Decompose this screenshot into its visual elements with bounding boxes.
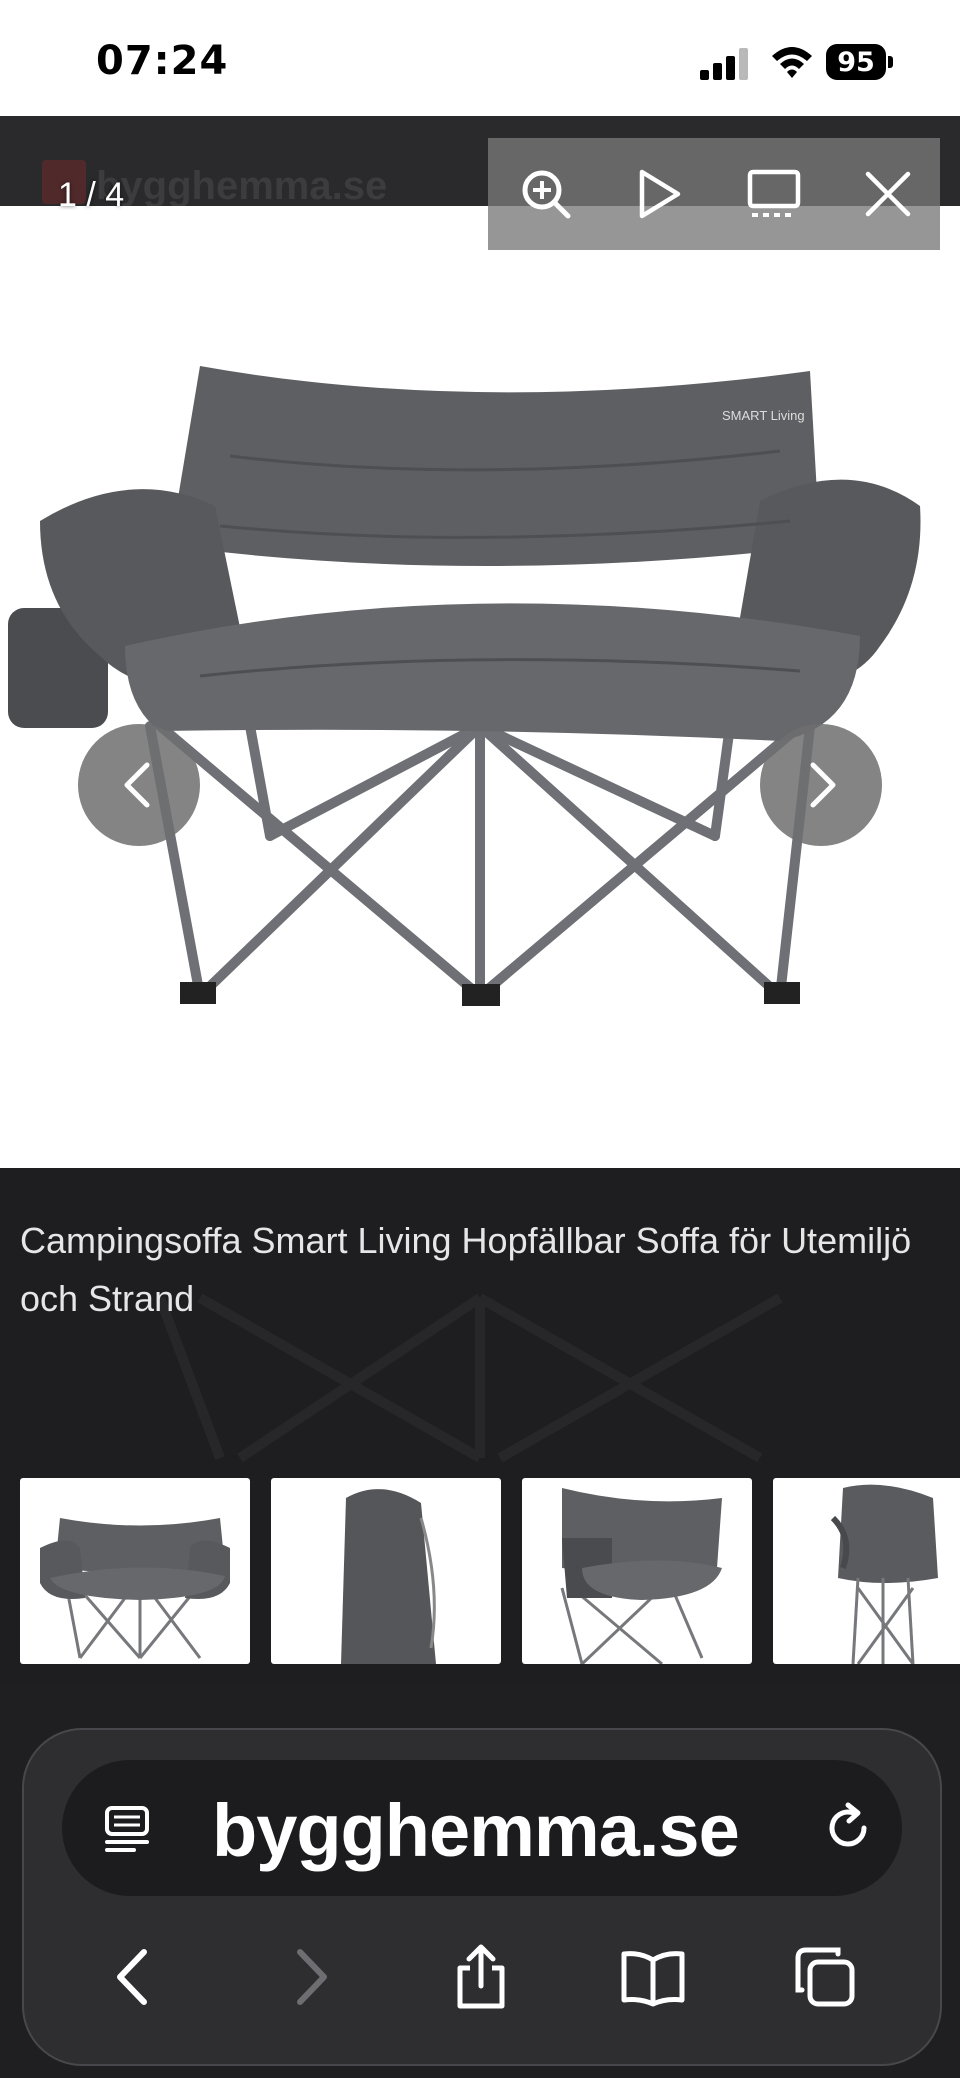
battery-indicator: 95 — [826, 44, 894, 82]
forward-icon — [297, 1949, 327, 2005]
wifi-icon — [770, 44, 814, 80]
product-logo-badge: SMART Living — [722, 408, 805, 423]
lightbox-main-image[interactable]: SMART Living — [0, 206, 960, 1168]
previous-image-button[interactable] — [78, 724, 200, 846]
status-time: 07:24 — [96, 38, 229, 84]
sofa-product-image: SMART Living — [8, 366, 921, 1006]
back-button[interactable] — [100, 1942, 170, 2012]
status-bar: 07:24 95 — [0, 0, 960, 116]
page-menu-icon[interactable] — [102, 1804, 152, 1854]
thumbnail-strip — [0, 1478, 960, 1666]
next-image-button[interactable] — [760, 724, 882, 846]
url-text: bygghemma.se — [212, 1789, 740, 1872]
share-button[interactable] — [446, 1942, 516, 2012]
browser-toolbar-card: bygghemma.se — [22, 1728, 942, 2066]
tabs-button[interactable] — [790, 1942, 860, 2012]
tabs-icon — [795, 1947, 855, 2007]
battery-level: 95 — [837, 47, 875, 78]
play-icon[interactable] — [630, 166, 686, 222]
image-counter: 1 / 4 — [58, 176, 125, 214]
browser-bottom-bar: bygghemma.se — [0, 1686, 960, 2078]
chevron-left-icon — [124, 762, 150, 808]
thumbnail-2[interactable] — [271, 1478, 501, 1664]
address-bar[interactable]: bygghemma.se — [62, 1760, 902, 1896]
chevron-right-icon — [810, 762, 836, 808]
back-icon — [117, 1949, 147, 2005]
bookmarks-button[interactable] — [618, 1942, 688, 2012]
thumbnails-icon[interactable] — [746, 166, 802, 222]
share-icon — [457, 1944, 505, 2009]
zoom-in-icon[interactable] — [518, 166, 574, 222]
bookmarks-icon — [621, 1951, 685, 2007]
thumbnail-3[interactable] — [522, 1478, 752, 1664]
thumbnail-1[interactable] — [20, 1478, 250, 1664]
thumbnail-4[interactable] — [773, 1478, 960, 1664]
forward-button[interactable] — [274, 1942, 344, 2012]
image-caption: Campingsoffa Smart Living Hopfällbar Sof… — [20, 1220, 912, 1319]
lightbox-toolbar — [488, 138, 940, 250]
site-logo: bygghemma.se — [96, 164, 388, 208]
cellular-signal-icon — [700, 48, 752, 80]
close-icon[interactable] — [860, 166, 916, 222]
reload-icon[interactable] — [822, 1802, 874, 1854]
